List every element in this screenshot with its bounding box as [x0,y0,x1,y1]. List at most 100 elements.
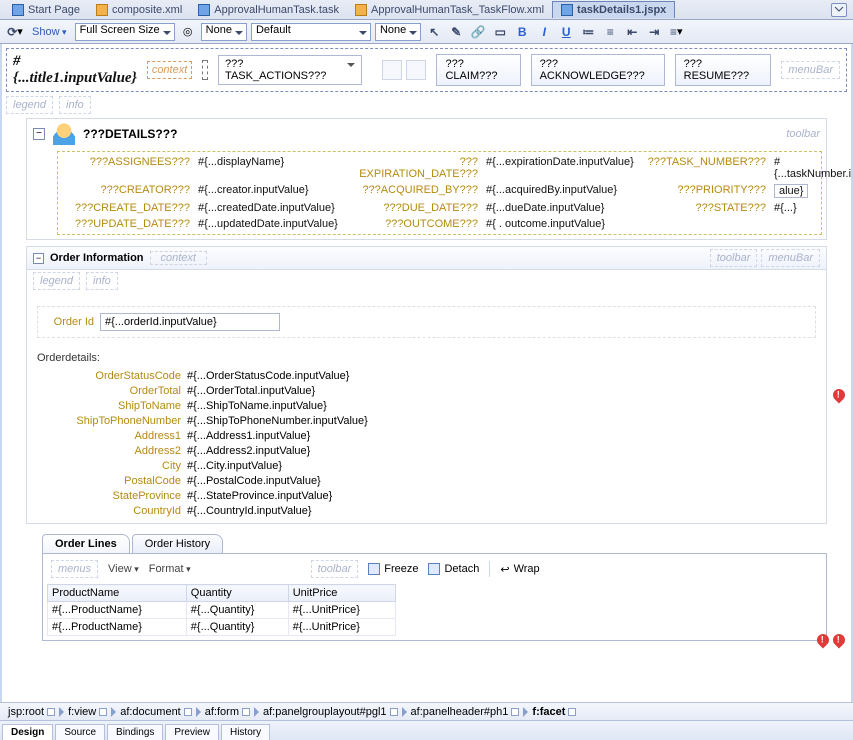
structure-breadcrumb[interactable]: jsp:root f:view af:document af:form af:p… [0,702,853,720]
breadcrumb-node[interactable]: af:form [201,706,254,718]
tab-taskflow[interactable]: ApprovalHumanTask_TaskFlow.xml [347,2,552,18]
legend-facet[interactable]: legend [6,96,53,114]
breadcrumb-node[interactable]: af:panelgrouplayout#pgl1 [259,706,402,718]
breadcrumb-dropdown[interactable] [184,708,192,716]
breadcrumb-node[interactable]: f:view [64,706,111,718]
mode-tab-bindings[interactable]: Bindings [107,724,163,740]
detach-button[interactable]: Detach [428,563,479,575]
breadcrumb-dropdown[interactable] [390,708,398,716]
locale-button[interactable]: ◎ [179,23,197,41]
mode-tab-design[interactable]: Design [2,724,53,740]
tab-order-lines[interactable]: Order Lines [42,534,130,553]
indent-icon: ⇥ [649,25,659,39]
claim-button[interactable]: ???CLAIM??? [436,54,520,86]
underline-button[interactable]: U [557,23,575,41]
panel-header-row[interactable]: #{...title1.inputValue} context ???TASK_… [6,48,847,92]
breadcrumb-node[interactable]: f:facet [528,706,580,718]
cursor-tool[interactable]: ↖ [425,23,443,41]
orderinfo-context-facet[interactable]: context [150,251,207,265]
breadcrumb-dropdown[interactable] [511,708,519,716]
col-quantity[interactable]: Quantity [186,585,288,602]
toolbar-placeholder-1[interactable] [382,60,402,80]
freeze-button[interactable]: Freeze [368,563,418,575]
breadcrumb-dropdown[interactable] [568,708,576,716]
breadcrumb-node[interactable]: af:panelheader#ph1 [407,706,524,718]
mode-tab-source[interactable]: Source [55,724,105,740]
box-button[interactable]: ▭ [491,23,509,41]
details-panel[interactable]: − ???DETAILS??? toolbar ???ASSIGNEES??? … [26,118,827,240]
duedate-value: #{...dueDate.inputValue} [486,202,636,214]
context-facet[interactable]: context [147,61,192,79]
locale-select[interactable]: None [201,23,247,41]
breadcrumb-dropdown[interactable] [99,708,107,716]
tab-taskdetails[interactable]: taskDetails1.jspx [552,1,675,18]
wrap-button[interactable]: ↩Wrap [500,563,539,576]
font-family-select[interactable]: None [375,23,421,41]
lines-menus-facet[interactable]: menus [51,560,98,578]
mode-tab-history[interactable]: History [221,724,270,740]
orderinfo-menubar-facet[interactable]: menuBar [761,249,820,267]
field-value: #{...OrderStatusCode.inputValue} [187,370,816,382]
order-lines-table[interactable]: ProductName Quantity UnitPrice #{...Prod… [47,584,396,636]
error-marker-icon[interactable] [815,632,832,649]
details-toolbar-facet[interactable]: toolbar [786,128,820,140]
breadcrumb-dropdown[interactable] [47,708,55,716]
col-productname[interactable]: ProductName [48,585,187,602]
details-body[interactable]: ???ASSIGNEES??? #{...displayName} ???EXP… [57,151,822,235]
align-button[interactable]: ≡▾ [667,23,685,41]
bold-button[interactable]: B [513,23,531,41]
col-unitprice[interactable]: UnitPrice [288,585,395,602]
task-icon [198,4,210,16]
view-menu[interactable]: View [108,563,139,575]
tab-order-history[interactable]: Order History [132,534,223,553]
acknowledge-button[interactable]: ???ACKNOWLEDGE??? [531,54,665,86]
mode-tab-preview[interactable]: Preview [165,724,219,740]
show-menu[interactable]: Show [28,26,71,38]
resume-button[interactable]: ???RESUME??? [675,54,772,86]
error-marker-icon[interactable] [831,632,848,649]
list-ol-button[interactable]: ≡ [601,23,619,41]
acquiredby-label: ???ACQUIRED_BY??? [352,184,482,198]
tab-startpage[interactable]: Start Page [4,2,88,18]
lines-toolbar-facet[interactable]: toolbar [311,560,359,578]
table-row[interactable]: #{...ProductName} #{...Quantity} #{...Un… [48,602,396,619]
order-lines-region[interactable]: Order Lines Order History menus View For… [42,534,827,641]
table-row[interactable]: #{...ProductName} #{...Quantity} #{...Un… [48,619,396,636]
orderinfo-legend-facet[interactable]: legend [33,272,80,290]
legend-row: legend info [6,96,847,114]
task-actions-dropdown[interactable]: ???TASK_ACTIONS??? [218,55,362,85]
field-label: OrderStatusCode [57,370,187,382]
details-collapse-button[interactable]: − [33,128,45,140]
italic-button[interactable]: I [535,23,553,41]
breadcrumb-node[interactable]: jsp:root [4,706,59,718]
outdent-button[interactable]: ⇤ [623,23,641,41]
breadcrumb-dropdown[interactable] [242,708,250,716]
breadcrumb-node[interactable]: af:document [116,706,196,718]
refresh-button[interactable]: ⟳▾ [6,23,24,41]
error-marker-icon[interactable] [831,387,848,404]
updatedate-value: #{...updatedDate.inputValue} [198,218,348,230]
priority-value[interactable]: alue} [774,184,853,198]
brush-tool[interactable]: ✎ [447,23,465,41]
orderid-input[interactable] [100,313,280,331]
tab-humantask[interactable]: ApprovalHumanTask.task [190,2,347,18]
link-tool[interactable]: 🔗 [469,23,487,41]
format-menu[interactable]: Format [149,563,191,575]
tab-composite[interactable]: composite.xml [88,2,190,18]
design-canvas[interactable]: #{...title1.inputValue} context ???TASK_… [0,44,853,720]
style-select[interactable]: Default [251,23,371,41]
toolbar-placeholder-2[interactable] [406,60,426,80]
order-info-panel[interactable]: − Order Information context toolbar menu… [26,246,827,524]
orderinfo-info-facet[interactable]: info [86,272,118,290]
screen-size-select[interactable]: Full Screen Size [75,23,175,41]
menubar-facet[interactable]: menuBar [781,61,840,79]
field-value: #{...City.inputValue} [187,460,816,472]
field-value: #{...CountryId.inputValue} [187,505,816,517]
orderinfo-collapse-button[interactable]: − [33,253,44,264]
tab-overflow-button[interactable] [831,3,847,17]
orderinfo-toolbar-facet[interactable]: toolbar [710,249,758,267]
orderid-row[interactable]: Order Id [37,306,816,338]
indent-button[interactable]: ⇥ [645,23,663,41]
info-facet[interactable]: info [59,96,91,114]
list-ul-button[interactable]: ≔ [579,23,597,41]
